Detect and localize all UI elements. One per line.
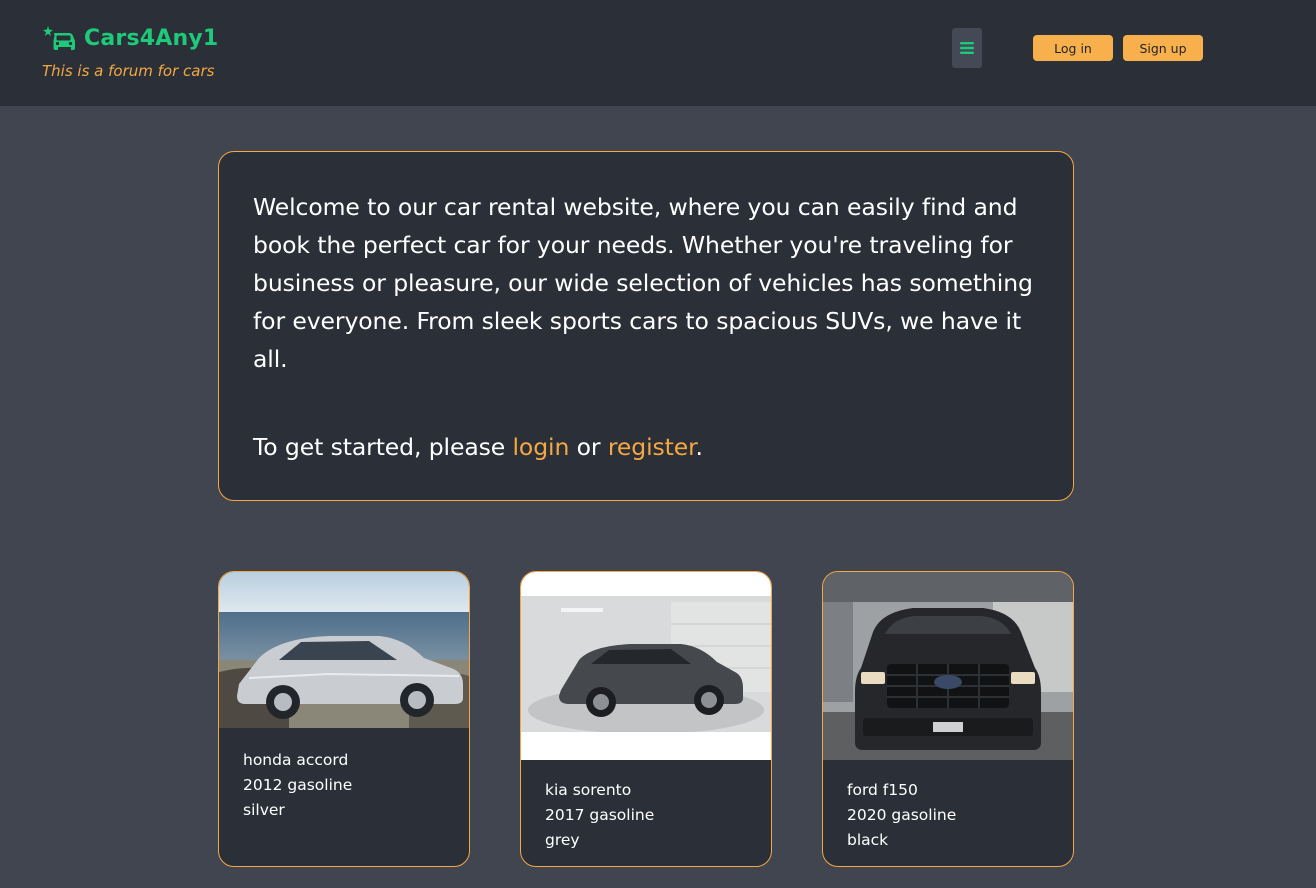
car-card-ford-f150[interactable]: ford f150 2020 gasoline black (822, 571, 1074, 867)
car-color: silver (243, 801, 285, 819)
welcome-intro-text: Welcome to our car rental website, where… (253, 193, 1033, 373)
site-header: Cars4Any1 This is a forum for cars Log i… (0, 0, 1316, 106)
or-text: or (569, 433, 608, 461)
register-link[interactable]: register (608, 433, 696, 461)
get-started-prefix: To get started, please (253, 433, 513, 461)
car-photo-ford-f150 (823, 572, 1073, 760)
get-started-text: To get started, please login or register… (253, 428, 1043, 466)
car-photo-honda-accord (219, 572, 469, 728)
car-color: grey (545, 831, 580, 849)
car-sparkle-icon (43, 26, 75, 50)
car-name: kia sorento (545, 781, 632, 799)
brand-tagline: This is a forum for cars (42, 62, 215, 80)
car-name: honda accord (243, 751, 349, 769)
car-name: ford f150 (847, 781, 918, 799)
brand-name: Cars4Any1 (84, 25, 219, 51)
login-link[interactable]: login (513, 433, 570, 461)
brand[interactable]: Cars4Any1 This is a forum for cars (42, 24, 218, 81)
car-card-kia-sorento[interactable]: kia sorento 2017 gasoline grey (520, 571, 772, 867)
brand-row: Cars4Any1 (42, 24, 218, 52)
hamburger-menu-icon (960, 42, 974, 54)
car-year-fuel: 2020 gasoline (847, 806, 957, 824)
car-info: kia sorento 2017 gasoline grey (521, 760, 771, 853)
welcome-panel: Welcome to our car rental website, where… (218, 151, 1074, 501)
car-card-honda-accord[interactable]: honda accord 2012 gasoline silver (218, 571, 470, 867)
signup-button[interactable]: Sign up (1123, 35, 1203, 61)
car-color: black (847, 831, 889, 849)
car-year-fuel: 2012 gasoline (243, 776, 353, 794)
car-photo-kia-sorento (521, 572, 771, 760)
end-text: . (695, 433, 703, 461)
car-year-fuel: 2017 gasoline (545, 806, 655, 824)
car-info: ford f150 2020 gasoline black (823, 760, 1073, 853)
menu-toggle-button[interactable] (952, 28, 982, 68)
login-button[interactable]: Log in (1033, 35, 1113, 61)
car-info: honda accord 2012 gasoline silver (219, 728, 469, 823)
